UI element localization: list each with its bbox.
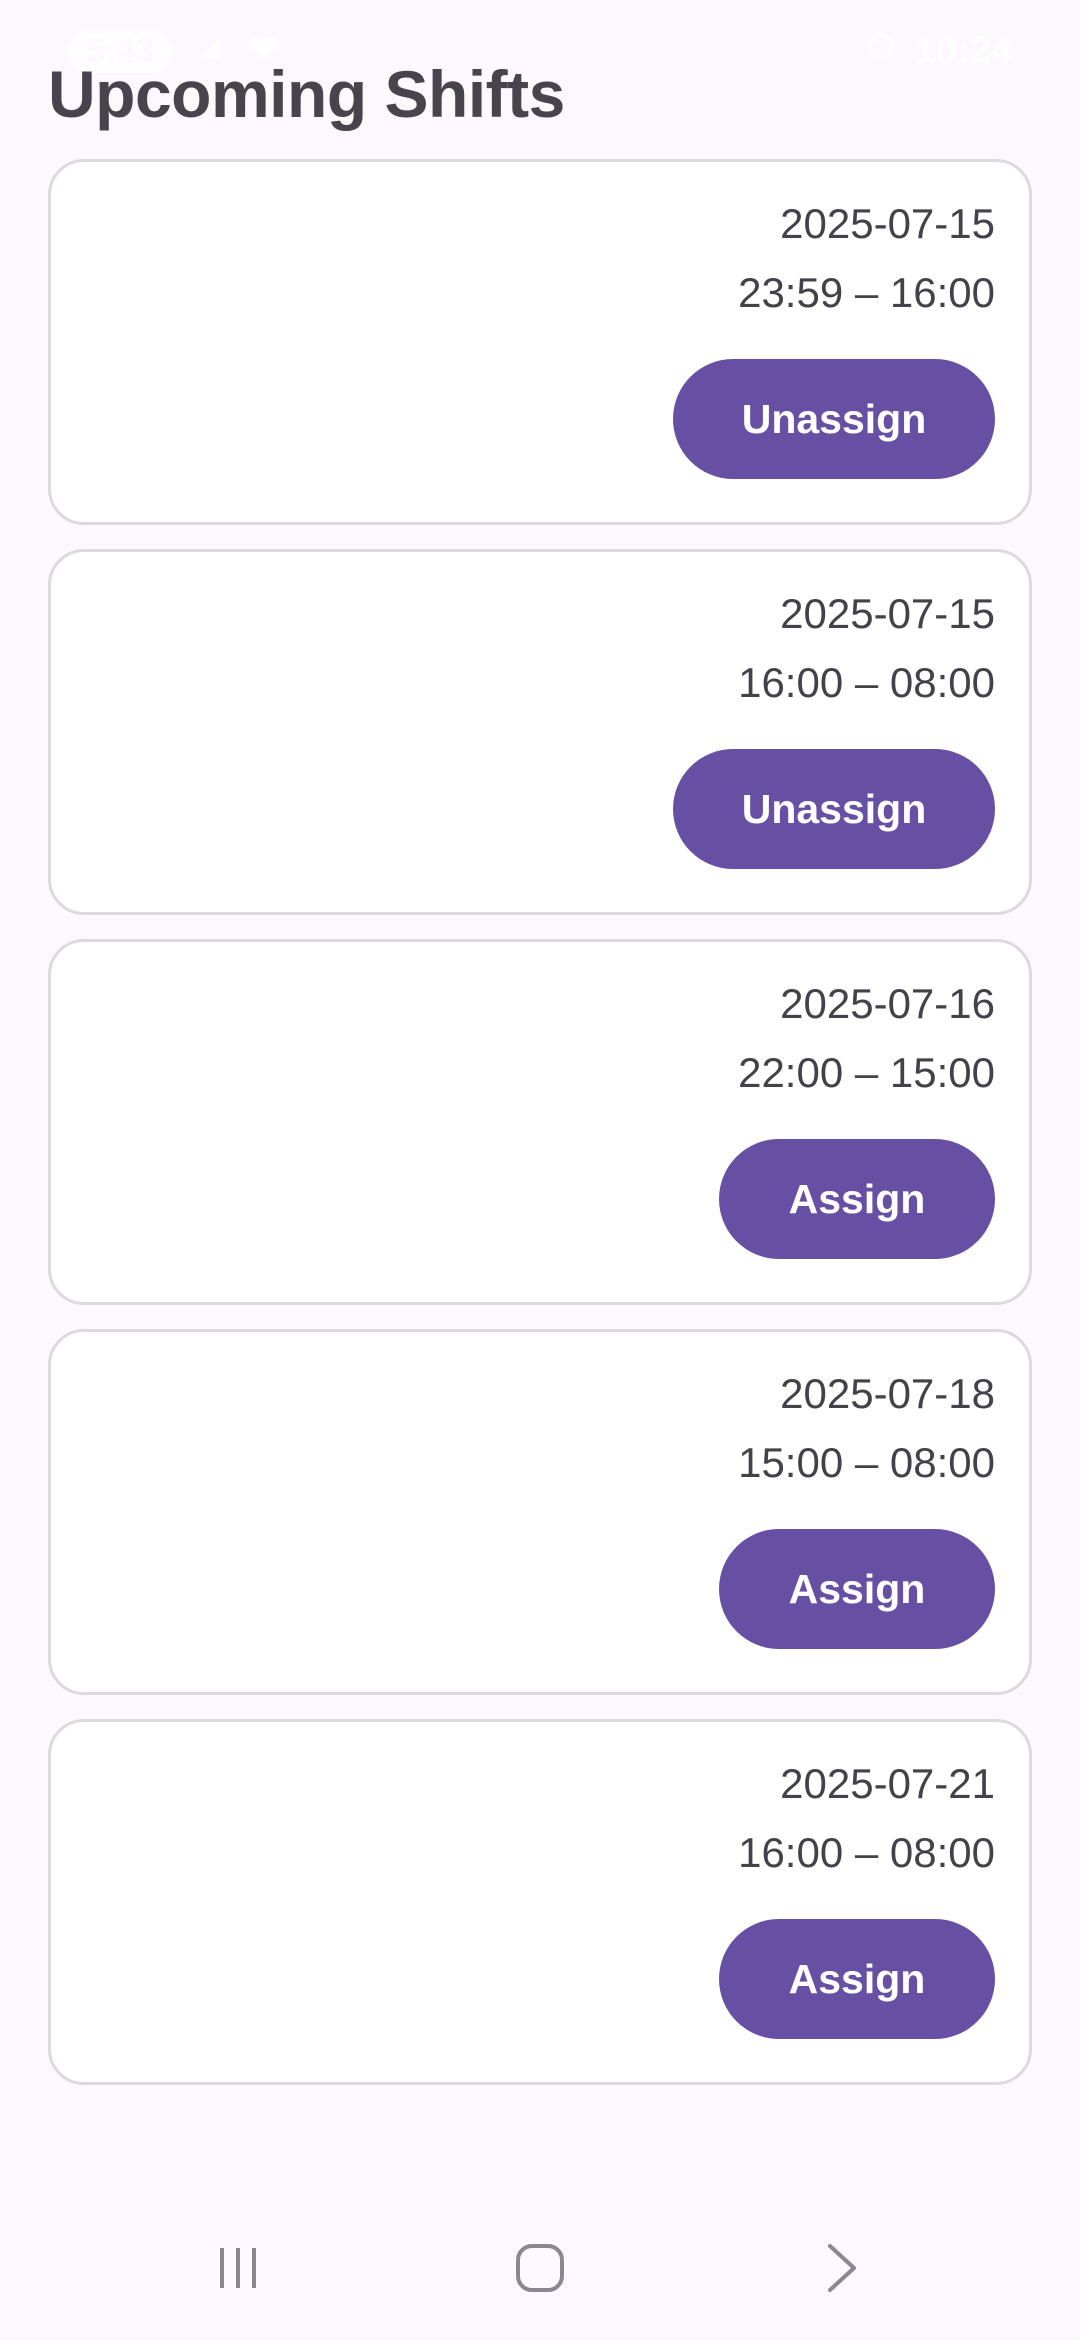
shift-card: 2025-07-15 16:00 – 08:00 Unassign xyxy=(48,549,1032,915)
shift-time: 16:00 – 08:00 xyxy=(738,1829,995,1876)
unassign-button[interactable]: Unassign xyxy=(673,359,995,479)
page-title: Upcoming Shifts xyxy=(48,57,565,131)
shift-time: 23:59 – 16:00 xyxy=(738,269,995,316)
shift-card: 2025-07-21 16:00 – 08:00 Assign xyxy=(48,1719,1032,2085)
home-button[interactable] xyxy=(480,2220,600,2320)
status-right: 10:24 xyxy=(865,30,1012,73)
assign-button[interactable]: Assign xyxy=(719,1919,995,2039)
assign-button[interactable]: Assign xyxy=(719,1529,995,1649)
shift-date: 2025-07-18 xyxy=(780,1370,995,1417)
recents-button[interactable] xyxy=(178,2220,298,2320)
shift-card: 2025-07-16 22:00 – 15:00 Assign xyxy=(48,939,1032,1305)
status-time: 10:24 xyxy=(914,30,1012,72)
shift-date: 2025-07-15 xyxy=(780,590,995,637)
shift-card: 2025-07-15 23:59 – 16:00 Unassign xyxy=(48,159,1032,525)
home-icon xyxy=(514,2242,566,2299)
shift-time: 15:00 – 08:00 xyxy=(738,1439,995,1486)
unassign-button[interactable]: Unassign xyxy=(673,749,995,869)
assign-button[interactable]: Assign xyxy=(719,1139,995,1259)
sync-icon xyxy=(865,30,897,73)
shift-date: 2025-07-15 xyxy=(780,200,995,247)
back-chevron-icon xyxy=(822,2242,862,2299)
recents-icon xyxy=(214,2244,262,2297)
navigation-bar xyxy=(0,2220,1080,2320)
shift-date: 2025-07-21 xyxy=(780,1760,995,1807)
shift-time: 22:00 – 15:00 xyxy=(738,1049,995,1096)
back-button[interactable] xyxy=(782,2220,902,2320)
shift-card: 2025-07-18 15:00 – 08:00 Assign xyxy=(48,1329,1032,1695)
shift-list: 2025-07-15 23:59 – 16:00 Unassign 2025-0… xyxy=(48,159,1032,2109)
shift-date: 2025-07-16 xyxy=(780,980,995,1027)
shift-time: 16:00 – 08:00 xyxy=(738,659,995,706)
